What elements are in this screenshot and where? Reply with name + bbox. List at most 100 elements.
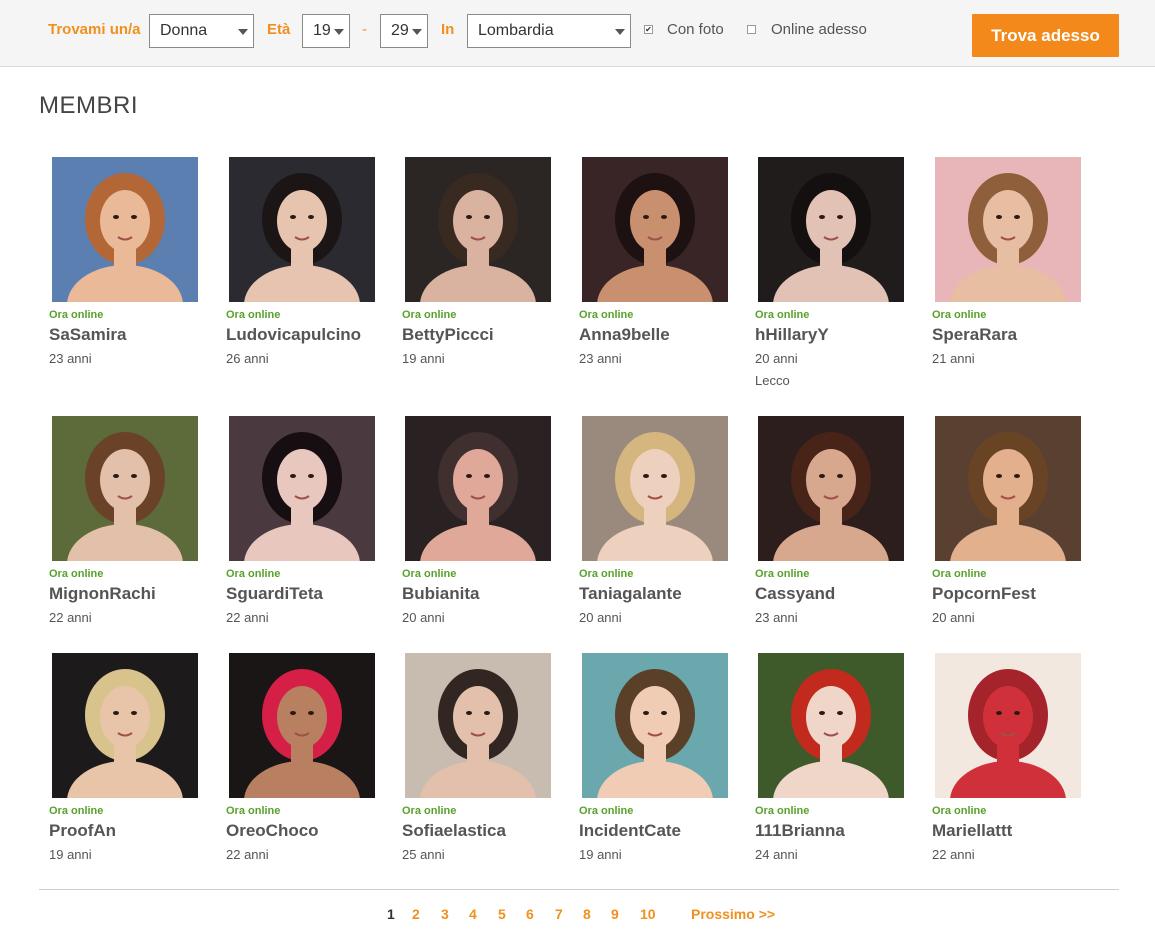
member-photo[interactable] bbox=[758, 157, 904, 302]
member-name[interactable]: Mariellattt bbox=[932, 821, 1012, 841]
member-age: 21 anni bbox=[932, 351, 975, 366]
member-age: 26 anni bbox=[226, 351, 269, 366]
member-age: 20 anni bbox=[402, 610, 445, 625]
member-name[interactable]: SaSamira bbox=[49, 325, 127, 345]
member-photo[interactable] bbox=[758, 416, 904, 561]
member-age: 23 anni bbox=[755, 610, 798, 625]
online-status: Ora online bbox=[49, 309, 104, 321]
member-age: 22 anni bbox=[226, 610, 269, 625]
member-card[interactable]: Ora online MignonRachi 22 anni bbox=[49, 416, 219, 646]
online-status: Ora online bbox=[49, 805, 104, 817]
page-link[interactable]: 4 bbox=[469, 906, 477, 922]
online-status: Ora online bbox=[226, 568, 281, 580]
member-name[interactable]: Sofiaelastica bbox=[402, 821, 506, 841]
page-link[interactable]: 8 bbox=[583, 906, 591, 922]
online-status: Ora online bbox=[932, 568, 987, 580]
member-photo[interactable] bbox=[405, 157, 551, 302]
member-photo[interactable] bbox=[582, 416, 728, 561]
online-status: Ora online bbox=[755, 309, 810, 321]
member-age: 22 anni bbox=[226, 847, 269, 862]
member-card[interactable]: Ora online hHillaryY 20 anni Lecco bbox=[755, 157, 925, 388]
online-status: Ora online bbox=[579, 309, 634, 321]
member-card[interactable]: Ora online Anna9belle 23 anni bbox=[579, 157, 749, 387]
page-link[interactable]: 3 bbox=[441, 906, 449, 922]
member-card[interactable]: Ora online BettyPiccci 19 anni bbox=[402, 157, 572, 387]
member-card[interactable]: Ora online Bubianita 20 anni bbox=[402, 416, 572, 646]
online-status: Ora online bbox=[932, 805, 987, 817]
member-card[interactable]: Ora online 111Brianna 24 anni bbox=[755, 653, 925, 883]
online-status: Ora online bbox=[49, 568, 104, 580]
member-photo[interactable] bbox=[582, 157, 728, 302]
member-photo[interactable] bbox=[582, 653, 728, 798]
member-name[interactable]: hHillaryY bbox=[755, 325, 829, 345]
member-photo[interactable] bbox=[405, 653, 551, 798]
member-photo[interactable] bbox=[52, 416, 198, 561]
member-name[interactable]: SperaRara bbox=[932, 325, 1017, 345]
member-name[interactable]: OreoChoco bbox=[226, 821, 319, 841]
member-name[interactable]: ProofAn bbox=[49, 821, 116, 841]
member-photo[interactable] bbox=[229, 653, 375, 798]
member-name[interactable]: Cassyand bbox=[755, 584, 835, 604]
page-link[interactable]: 10 bbox=[640, 906, 656, 922]
member-card[interactable]: Ora online IncidentCate 19 anni bbox=[579, 653, 749, 883]
page-link[interactable]: 7 bbox=[555, 906, 563, 922]
member-photo[interactable] bbox=[758, 653, 904, 798]
member-name[interactable]: MignonRachi bbox=[49, 584, 156, 604]
member-card[interactable]: Ora online SperaRara 21 anni bbox=[932, 157, 1102, 387]
member-age: 23 anni bbox=[579, 351, 622, 366]
online-status: Ora online bbox=[402, 309, 457, 321]
member-photo[interactable] bbox=[935, 653, 1081, 798]
member-age: 22 anni bbox=[49, 610, 92, 625]
member-name[interactable]: PopcornFest bbox=[932, 584, 1036, 604]
member-card[interactable]: Ora online ProofAn 19 anni bbox=[49, 653, 219, 883]
member-age: 24 anni bbox=[755, 847, 798, 862]
member-card[interactable]: Ora online SguardiTeta 22 anni bbox=[226, 416, 396, 646]
member-name[interactable]: Ludovicapulcino bbox=[226, 325, 361, 345]
online-status: Ora online bbox=[755, 805, 810, 817]
member-photo[interactable] bbox=[52, 653, 198, 798]
member-age: 19 anni bbox=[402, 351, 445, 366]
member-age: 20 anni bbox=[755, 351, 798, 366]
page-current: 1 bbox=[387, 906, 395, 922]
member-age: 25 anni bbox=[402, 847, 445, 862]
member-photo[interactable] bbox=[405, 416, 551, 561]
page-link[interactable]: 6 bbox=[526, 906, 534, 922]
member-card[interactable]: Ora online Ludovicapulcino 26 anni bbox=[226, 157, 396, 387]
member-name[interactable]: 111Brianna bbox=[755, 821, 845, 841]
member-name[interactable]: BettyPiccci bbox=[402, 325, 494, 345]
member-name[interactable]: Bubianita bbox=[402, 584, 479, 604]
online-status: Ora online bbox=[755, 568, 810, 580]
member-age: 19 anni bbox=[49, 847, 92, 862]
member-name[interactable]: SguardiTeta bbox=[226, 584, 323, 604]
online-status: Ora online bbox=[226, 309, 281, 321]
member-photo[interactable] bbox=[229, 157, 375, 302]
member-age: 20 anni bbox=[579, 610, 622, 625]
member-photo[interactable] bbox=[52, 157, 198, 302]
page-link[interactable]: 9 bbox=[611, 906, 619, 922]
member-card[interactable]: Ora online Mariellattt 22 anni bbox=[932, 653, 1102, 883]
online-status: Ora online bbox=[226, 805, 281, 817]
page-link[interactable]: 5 bbox=[498, 906, 506, 922]
page-link[interactable]: 2 bbox=[412, 906, 420, 922]
member-name[interactable]: IncidentCate bbox=[579, 821, 681, 841]
member-card[interactable]: Ora online SaSamira 23 anni bbox=[49, 157, 219, 387]
online-status: Ora online bbox=[932, 309, 987, 321]
member-card[interactable]: Ora online OreoChoco 22 anni bbox=[226, 653, 396, 883]
member-photo[interactable] bbox=[935, 416, 1081, 561]
member-age: 23 anni bbox=[49, 351, 92, 366]
member-name[interactable]: Taniagalante bbox=[579, 584, 682, 604]
member-age: 22 anni bbox=[932, 847, 975, 862]
member-card[interactable]: Ora online PopcornFest 20 anni bbox=[932, 416, 1102, 646]
member-card[interactable]: Ora online Sofiaelastica 25 anni bbox=[402, 653, 572, 883]
member-photo[interactable] bbox=[935, 157, 1081, 302]
member-age: 20 anni bbox=[932, 610, 975, 625]
member-name[interactable]: Anna9belle bbox=[579, 325, 670, 345]
online-status: Ora online bbox=[579, 805, 634, 817]
member-city: Lecco bbox=[755, 373, 790, 388]
member-card[interactable]: Ora online Cassyand 23 anni bbox=[755, 416, 925, 646]
member-photo[interactable] bbox=[229, 416, 375, 561]
pagination-divider bbox=[39, 889, 1119, 890]
next-page-link[interactable]: Prossimo >> bbox=[691, 906, 775, 922]
member-card[interactable]: Ora online Taniagalante 20 anni bbox=[579, 416, 749, 646]
online-status: Ora online bbox=[579, 568, 634, 580]
